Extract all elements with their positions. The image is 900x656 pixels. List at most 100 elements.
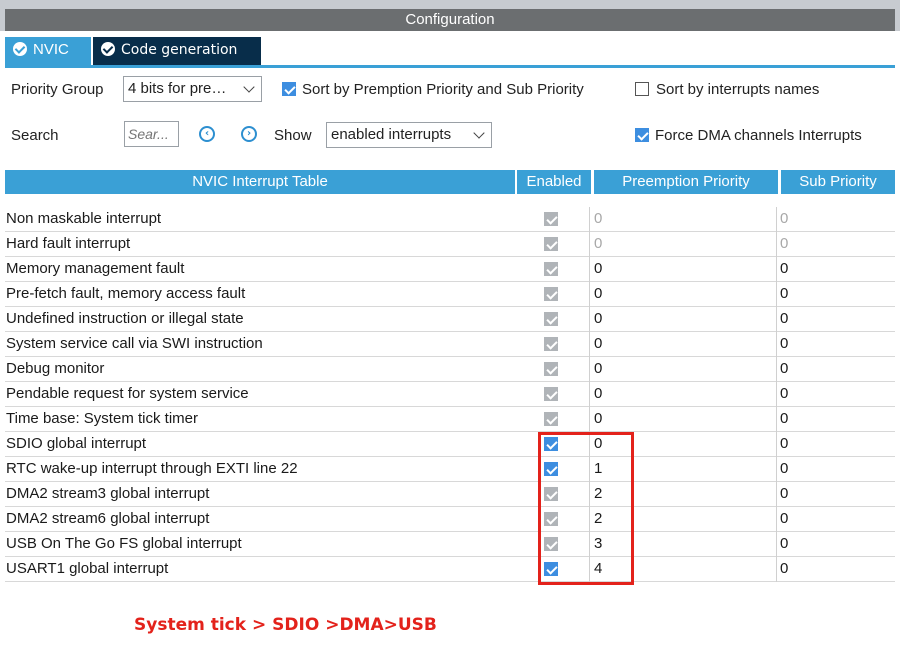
chevron-right-icon: › <box>246 128 252 139</box>
highlight-box <box>538 432 634 585</box>
sub-priority-cell[interactable]: 0 <box>780 560 788 577</box>
interrupt-name: Memory management fault <box>6 260 185 277</box>
sort-premption-checkbox[interactable] <box>282 82 296 96</box>
column-divider <box>776 557 777 582</box>
interrupt-name: SDIO global interrupt <box>6 435 147 452</box>
tab-code-generation[interactable]: Code generation <box>93 37 261 65</box>
tab-nvic-label: NVIC <box>33 41 69 58</box>
sub-priority-cell[interactable]: 0 <box>780 535 788 552</box>
column-divider <box>589 307 590 332</box>
sub-priority-cell[interactable]: 0 <box>780 385 788 402</box>
sub-priority-cell: 0 <box>780 210 789 227</box>
column-divider <box>776 457 777 482</box>
table-row[interactable]: DMA2 stream3 global interrupt 2 0 <box>5 482 895 507</box>
sub-priority-cell[interactable]: 0 <box>780 285 788 302</box>
tab-nvic[interactable]: NVIC <box>5 37 91 65</box>
force-dma-checkbox[interactable] <box>635 128 649 142</box>
sort-names-checkbox[interactable] <box>635 82 649 96</box>
table-row[interactable]: Undefined instruction or illegal state 0 0 <box>5 307 895 332</box>
column-divider <box>776 407 777 432</box>
column-divider <box>776 382 777 407</box>
table-row[interactable]: Time base: System tick timer 0 0 <box>5 407 895 432</box>
interrupt-name: Debug monitor <box>6 360 105 377</box>
column-divider <box>589 232 590 257</box>
sub-priority-cell: 0 <box>780 235 789 252</box>
sub-priority-cell[interactable]: 0 <box>780 485 788 502</box>
title-bar: Configuration <box>0 0 900 31</box>
table-row[interactable]: USB On The Go FS global interrupt 3 0 <box>5 532 895 557</box>
column-divider <box>589 332 590 357</box>
interrupt-name: Time base: System tick timer <box>6 410 198 427</box>
column-divider <box>589 257 590 282</box>
table-row[interactable]: Debug monitor 0 0 <box>5 357 895 382</box>
search-label: Search <box>11 127 59 144</box>
column-divider <box>776 507 777 532</box>
priority-group-value: 4 bits for pre… <box>128 80 227 97</box>
preemption-priority-cell[interactable]: 0 <box>594 410 602 427</box>
interrupt-name: DMA2 stream6 global interrupt <box>6 510 210 527</box>
sub-priority-cell[interactable]: 0 <box>780 460 788 477</box>
sub-priority-cell[interactable]: 0 <box>780 410 788 427</box>
column-divider <box>776 232 777 257</box>
sub-priority-cell[interactable]: 0 <box>780 335 788 352</box>
enabled-checkbox <box>544 312 558 326</box>
tab-code-generation-label: Code generation <box>121 42 238 58</box>
enabled-checkbox <box>544 362 558 376</box>
table-row[interactable]: SDIO global interrupt 0 0 <box>5 432 895 457</box>
header-interrupt-table[interactable]: NVIC Interrupt Table <box>5 170 515 194</box>
sort-names-label: Sort by interrupts names <box>656 81 820 98</box>
column-divider <box>776 307 777 332</box>
sub-priority-cell[interactable]: 0 <box>780 360 788 377</box>
interrupt-name: Pendable request for system service <box>6 385 249 402</box>
chevron-left-icon: ‹ <box>204 128 210 139</box>
preemption-priority-cell[interactable]: 0 <box>594 260 602 277</box>
table-row[interactable]: System service call via SWI instruction 0… <box>5 332 895 357</box>
interrupt-name: Hard fault interrupt <box>6 235 131 252</box>
table-row[interactable]: Pre-fetch fault, memory access fault 0 0 <box>5 282 895 307</box>
column-divider <box>589 207 590 232</box>
interrupt-name: RTC wake-up interrupt through EXTI line … <box>6 460 298 477</box>
preemption-priority-cell[interactable]: 0 <box>594 360 602 377</box>
interrupt-name: DMA2 stream3 global interrupt <box>6 485 210 502</box>
header-sub-priority[interactable]: Sub Priority <box>781 170 895 194</box>
column-divider <box>776 432 777 457</box>
preemption-priority-cell[interactable]: 0 <box>594 335 602 352</box>
preemption-priority-cell: 0 <box>594 210 603 227</box>
show-select[interactable]: enabled interrupts <box>326 122 492 148</box>
column-divider <box>776 532 777 557</box>
enabled-checkbox <box>544 412 558 426</box>
column-divider <box>776 357 777 382</box>
search-input[interactable] <box>124 121 179 147</box>
table-row[interactable]: USART1 global interrupt 4 0 <box>5 557 895 582</box>
interrupt-name: USB On The Go FS global interrupt <box>6 535 242 552</box>
sort-premption-label: Sort by Premption Priority and Sub Prior… <box>302 81 584 98</box>
window-title: Configuration <box>5 9 895 31</box>
enabled-checkbox <box>544 287 558 301</box>
column-divider <box>776 482 777 507</box>
column-divider <box>589 407 590 432</box>
preemption-priority-cell[interactable]: 0 <box>594 310 602 327</box>
preemption-priority-cell[interactable]: 0 <box>594 385 602 402</box>
enabled-checkbox <box>544 337 558 351</box>
check-circle-icon <box>101 42 115 56</box>
sub-priority-cell[interactable]: 0 <box>780 310 788 327</box>
table-row[interactable]: Memory management fault 0 0 <box>5 257 895 282</box>
table-row[interactable]: Hard fault interrupt 0 0 <box>5 232 895 257</box>
table-row[interactable]: Non maskable interrupt 0 0 <box>5 207 895 232</box>
table-row[interactable]: Pendable request for system service 0 0 <box>5 382 895 407</box>
column-divider <box>776 332 777 357</box>
search-previous-button[interactable]: ‹ <box>199 126 215 142</box>
column-divider <box>776 207 777 232</box>
priority-group-select[interactable]: 4 bits for pre… <box>123 76 262 102</box>
search-next-button[interactable]: › <box>241 126 257 142</box>
table-row[interactable]: RTC wake-up interrupt through EXTI line … <box>5 457 895 482</box>
sub-priority-cell[interactable]: 0 <box>780 435 788 452</box>
header-enabled[interactable]: Enabled <box>517 170 591 194</box>
header-preemption-priority[interactable]: Preemption Priority <box>594 170 778 194</box>
preemption-priority-cell[interactable]: 0 <box>594 285 602 302</box>
sub-priority-cell[interactable]: 0 <box>780 510 788 527</box>
annotation-note: System tick > SDIO >DMA>USB <box>134 615 437 635</box>
show-value: enabled interrupts <box>331 126 452 143</box>
sub-priority-cell[interactable]: 0 <box>780 260 788 277</box>
table-row[interactable]: DMA2 stream6 global interrupt 2 0 <box>5 507 895 532</box>
